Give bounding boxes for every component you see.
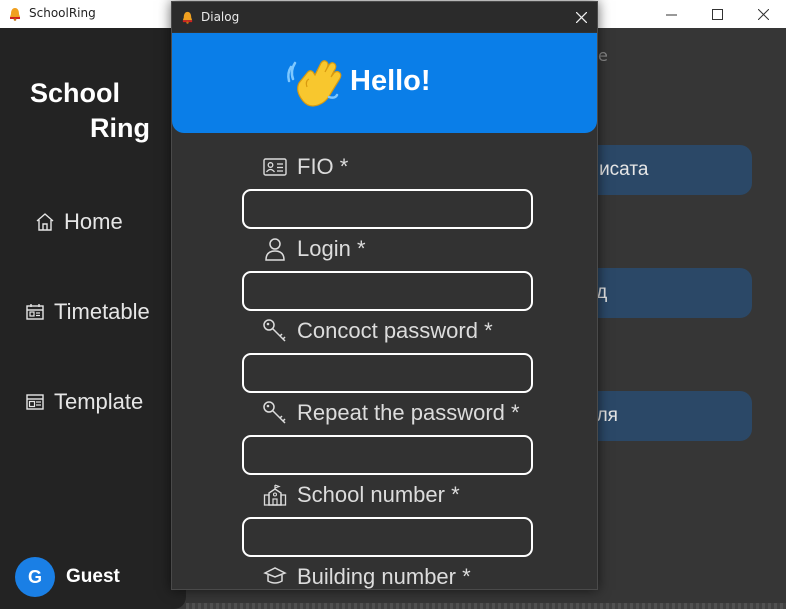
home-icon [34,211,56,233]
dialog-title: Dialog [201,10,240,24]
fio-label-text: FIO * [297,154,349,179]
close-button[interactable] [740,0,786,28]
logo-line2: Ring [90,113,150,143]
user-name: Guest [66,566,120,587]
login-label-text: Login * [297,236,366,261]
dialog-titlebar: Dialog [172,2,597,32]
sidebar-item-label: Home [64,209,123,234]
building-icon [262,564,288,589]
user-icon [262,236,288,262]
school-icon [262,482,288,508]
login-label: Login * [262,236,366,262]
maximize-icon [711,8,723,20]
repeat-password-input[interactable] [242,435,533,475]
maximize-button[interactable] [694,0,740,28]
content-card-1[interactable]: мисата [578,145,752,195]
content-card-2[interactable]: од [578,268,752,318]
key-icon [262,318,288,344]
close-icon [757,8,769,20]
repeat-password-label-text: Repeat the password * [297,400,520,425]
sidebar-item-timetable[interactable]: Timetable [24,299,150,325]
building-number-label: Building number * [262,564,471,589]
concoct-password-label-text: Concoct password * [297,318,493,343]
bell-icon [182,11,193,24]
logo-line1: School [30,78,121,108]
avatar: G [15,557,55,597]
calendar-icon [24,301,46,323]
user-profile[interactable]: G Guest [15,557,120,597]
template-icon [24,391,46,413]
minimize-button[interactable] [648,0,694,28]
sidebar-item-template[interactable]: Template [24,389,143,415]
concoct-password-label: Concoct password * [262,318,493,344]
greeting-text: Hello! [350,64,431,97]
sidebar-item-label: Timetable [54,299,150,324]
school-number-label-text: School number * [297,482,460,507]
login-input[interactable] [242,271,533,311]
greeting-banner: Hello! [172,33,597,133]
window-title: SchoolRing [29,6,96,20]
school-number-label: School number * [262,482,460,508]
minimize-icon [665,14,677,15]
sidebar-item-home[interactable]: Home [34,209,123,235]
repeat-password-label: Repeat the password * [262,400,520,426]
id-card-icon [262,154,288,180]
close-icon [575,11,587,23]
school-number-input[interactable] [242,517,533,557]
fio-label: FIO * [262,154,348,180]
fio-input[interactable] [242,189,533,229]
bell-icon [10,8,20,21]
sidebar-item-label: Template [54,389,144,414]
building-number-label-text: Building number * [297,564,471,589]
waving-hand-icon [287,60,342,107]
concoct-password-input[interactable] [242,353,533,393]
registration-dialog: Dialog Hello! FIO * Login * Concoct pass… [171,1,598,590]
content-card-3[interactable]: аля [578,391,752,441]
dialog-close-button[interactable] [570,7,592,27]
key-icon [262,400,288,426]
bottom-text-strip [186,603,786,609]
content-heading: е [598,46,608,65]
sidebar: School Ring Home Timetable Template G Gu… [0,28,186,609]
